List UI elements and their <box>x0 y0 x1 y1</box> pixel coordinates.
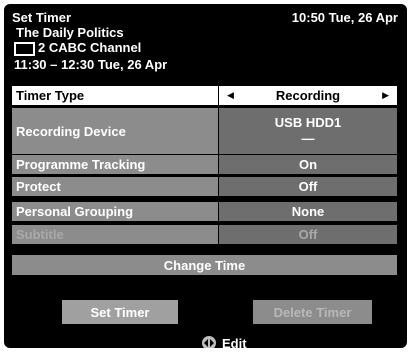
edit-hint: Edit <box>202 334 247 348</box>
recording-device-value-text: USB HDD1 <box>274 115 342 130</box>
programme-tracking-value[interactable]: On <box>219 155 397 174</box>
personal-grouping-label: Personal Grouping <box>12 202 218 221</box>
arrow-right-icon[interactable]: ▶ <box>382 86 389 105</box>
personal-grouping-row[interactable]: Personal Grouping None <box>12 202 397 221</box>
set-timer-button[interactable]: Set Timer <box>62 300 178 324</box>
recording-device-label: Recording Device <box>12 108 218 154</box>
programme-title: The Daily Politics <box>16 25 124 40</box>
delete-timer-button: Delete Timer <box>253 300 372 324</box>
panel-title: Set Timer <box>12 10 72 25</box>
edit-label: Edit <box>222 335 247 349</box>
screen: Set Timer 10:50 Tue, 26 Apr The Daily Po… <box>0 0 416 352</box>
programme-slot: 11:30 – 12:30 Tue, 26 Apr <box>14 57 168 72</box>
channel-name: 2 CABC Channel <box>38 40 142 55</box>
left-right-dpad-icon <box>202 336 216 348</box>
protect-value[interactable]: Off <box>219 177 397 196</box>
subtitle-row: Subtitle Off <box>12 225 397 244</box>
programme-tracking-row[interactable]: Programme Tracking On <box>12 155 397 174</box>
protect-row[interactable]: Protect Off <box>12 177 397 196</box>
timer-type-value-text: Recording <box>275 88 341 103</box>
change-time-button[interactable]: Change Time <box>12 255 397 275</box>
arrow-left-icon[interactable]: ◀ <box>227 86 234 105</box>
timer-type-label: Timer Type <box>12 86 218 105</box>
recording-device-row[interactable]: Recording Device USB HDD1 — <box>12 108 397 154</box>
recording-device-sub: — <box>301 131 315 146</box>
recording-device-value[interactable]: USB HDD1 — <box>219 108 397 154</box>
protect-label: Protect <box>12 177 218 196</box>
personal-grouping-value[interactable]: None <box>219 202 397 221</box>
timer-type-value[interactable]: ◀ Recording ▶ <box>219 86 397 105</box>
subtitle-label: Subtitle <box>12 225 218 244</box>
channel-box-icon <box>14 42 35 56</box>
subtitle-value: Off <box>219 225 397 244</box>
programme-tracking-label: Programme Tracking <box>12 155 218 174</box>
timer-type-row[interactable]: Timer Type ◀ Recording ▶ <box>12 86 397 105</box>
set-timer-panel: Set Timer 10:50 Tue, 26 Apr The Daily Po… <box>4 4 407 348</box>
current-datetime: 10:50 Tue, 26 Apr <box>291 10 398 25</box>
